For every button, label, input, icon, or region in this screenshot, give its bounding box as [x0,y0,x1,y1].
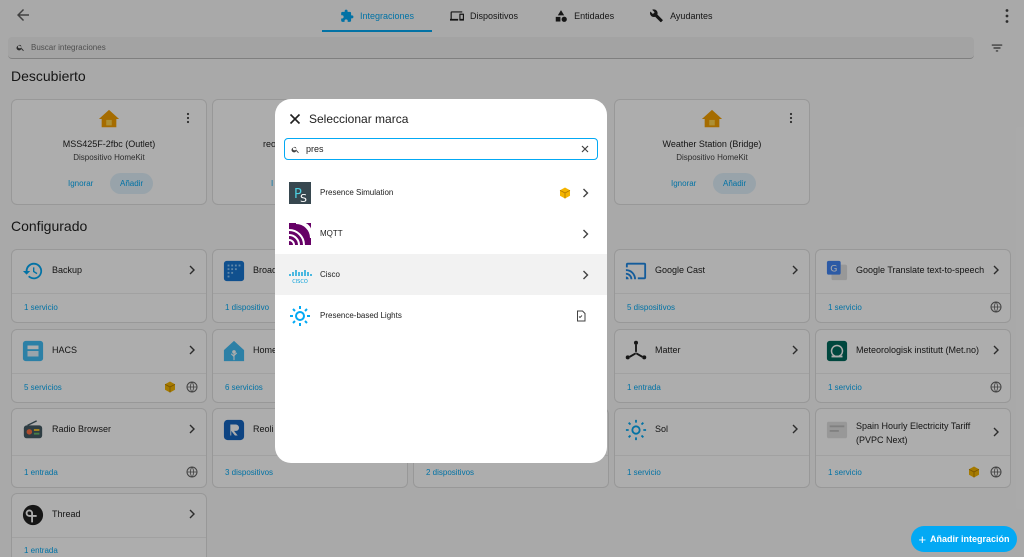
chevron-right-icon [583,229,589,239]
presence-simulation-logo-icon: PS [289,182,311,205]
select-brand-dialog: Seleccionar marca pres PS Presence Simul… [275,99,607,463]
cisco-logo-icon: CISCO [289,270,312,285]
brand-item-presence-based-lights[interactable]: Presence-based Lights [275,295,607,336]
chevron-right-icon [583,270,589,280]
presence-lights-icon [290,306,310,326]
brand-name: Presence-based Lights [320,311,402,320]
search-icon [291,146,299,153]
brand-name: Cisco [320,270,341,279]
chevron-right-icon [583,188,589,198]
clear-icon[interactable] [581,145,589,153]
brand-item-cisco[interactable]: CISCO Cisco [275,254,607,295]
close-icon[interactable] [289,113,301,125]
svg-text:CISCO: CISCO [292,279,308,285]
brand-search-value: pres [306,144,324,154]
add-integration-button[interactable]: + Añadir integración [911,526,1017,552]
brand-search-input[interactable]: pres [284,138,598,160]
dialog-title: Seleccionar marca [309,112,409,126]
brand-name: MQTT [320,229,343,238]
mqtt-logo-icon [288,222,312,246]
brand-item-mqtt[interactable]: MQTT [275,213,607,254]
plus-icon: + [918,531,927,547]
brand-name: Presence Simulation [320,188,394,197]
blueprint-icon [577,310,586,322]
brand-item-presence-simulation[interactable]: PS Presence Simulation [275,172,607,213]
svg-text:S: S [300,192,307,205]
custom-package-icon [559,187,571,199]
add-integration-label: Añadir integración [930,534,1010,544]
